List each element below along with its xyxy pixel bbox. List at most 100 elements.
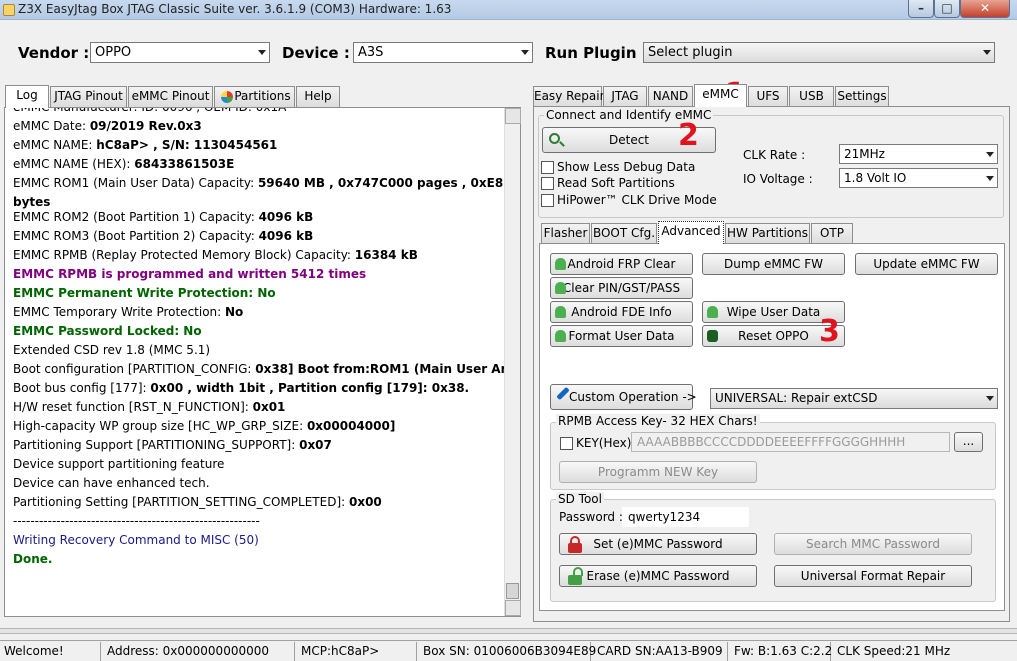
log-line-value: No bbox=[225, 305, 244, 319]
log-line-key: EMMC Permanent Write Protection: No bbox=[13, 286, 276, 300]
log-line: EMMC Permanent Write Protection: No bbox=[13, 286, 276, 301]
log-line: Writing Recovery Command to MISC (50) bbox=[13, 533, 259, 548]
tab-hw-partitions[interactable]: HW Partitions bbox=[725, 223, 810, 244]
search-mmc-password-button[interactable]: Search MMC Password bbox=[774, 533, 972, 555]
reset-oppo-label: Reset OPPO bbox=[738, 329, 809, 343]
tab-flasher[interactable]: Flasher bbox=[541, 223, 590, 244]
wrench-icon bbox=[556, 386, 570, 401]
tab-advanced[interactable]: Advanced bbox=[658, 221, 724, 244]
status-clk-speed: CLK Speed:21 MHz bbox=[837, 644, 951, 658]
log-line-key: eMMC NAME (HEX): bbox=[13, 157, 135, 171]
log-line: eMMC Manufacturer: ID: 0096 , OEM ID: 0x… bbox=[13, 108, 286, 115]
log-line-key: EMMC RPMB (Replay Protected Memory Block… bbox=[13, 248, 355, 262]
universal-format-repair-button[interactable]: Universal Format Repair bbox=[774, 565, 972, 587]
status-card-sn: CARD SN:AA13-B909 bbox=[593, 642, 728, 661]
log-line: EMMC ROM2 (Boot Partition 1) Capacity: 4… bbox=[13, 210, 313, 225]
search-icon-handle bbox=[559, 141, 565, 147]
tab-settings[interactable]: Settings bbox=[835, 86, 889, 107]
tab-emmc-pinout[interactable]: eMMC Pinout bbox=[128, 86, 213, 107]
tab-help[interactable]: Help bbox=[296, 86, 340, 107]
log-line: Boot bus config [177]: 0x00 , width 1bit… bbox=[13, 381, 469, 396]
set-emmc-password-button[interactable]: Set (e)MMC Password bbox=[559, 533, 757, 555]
vendor-select[interactable]: OPPO bbox=[90, 42, 270, 63]
sd-tool-title: SD Tool bbox=[556, 492, 604, 506]
clk-rate-value: 21MHz bbox=[844, 147, 885, 161]
scroll-up-button[interactable] bbox=[505, 108, 521, 124]
android-icon bbox=[555, 330, 566, 342]
tab-partitions-label: Partitions bbox=[234, 89, 291, 103]
tab-easy-repair[interactable]: Easy Repair bbox=[533, 86, 605, 107]
tab-jtag-pinout[interactable]: JTAG Pinout bbox=[50, 86, 127, 107]
format-user-data-button[interactable]: Format User Data bbox=[550, 325, 693, 347]
maximize-button[interactable]: □ bbox=[934, 0, 960, 18]
erase-emmc-password-label: Erase (e)MMC Password bbox=[586, 569, 730, 583]
io-voltage-select[interactable]: 1.8 Volt IO bbox=[839, 168, 998, 188]
tab-nand[interactable]: NAND bbox=[648, 86, 693, 107]
log-line-key: ----------------------------------------… bbox=[13, 514, 260, 528]
tab-emmc[interactable]: eMMC bbox=[694, 84, 747, 107]
log-line-value: 09/2019 Rev.0x3 bbox=[89, 119, 202, 133]
key-hex-input[interactable]: AAAABBBBCCCCDDDDEEEEFFFFGGGGHHHH bbox=[631, 432, 950, 452]
clear-pin-label: Clear PIN/GST/PASS bbox=[562, 281, 681, 295]
log-line: EMMC RPMB is programmed and written 5412… bbox=[13, 267, 366, 282]
log-line: bytes bbox=[13, 195, 50, 210]
browse-button[interactable]: ... bbox=[954, 432, 983, 452]
status-fw: Fw: B:1.63 C:2.2 bbox=[730, 642, 832, 661]
chevron-down-icon bbox=[986, 396, 994, 401]
log-line-key: High-capacity WP group size [HC_WP_GRP_S… bbox=[13, 419, 307, 433]
log-line: eMMC NAME (HEX): 68433861503E bbox=[13, 157, 234, 172]
password-input[interactable]: qwerty1234 bbox=[622, 507, 749, 527]
key-hex-checkbox[interactable] bbox=[560, 437, 573, 450]
clear-pin-button[interactable]: Clear PIN/GST/PASS bbox=[550, 277, 693, 299]
dump-emmc-fw-button[interactable]: Dump eMMC FW bbox=[702, 253, 845, 275]
tab-ufs[interactable]: UFS bbox=[748, 86, 788, 107]
log-line-value: 59640 MB , 0x747C000 pages , 0xE8F800000 bbox=[257, 176, 520, 190]
tab-partitions[interactable]: Partitions bbox=[214, 86, 295, 107]
android-frp-clear-button[interactable]: Android FRP Clear bbox=[550, 253, 693, 275]
log-line-key: eMMC NAME: bbox=[13, 138, 97, 152]
log-line-key: Done. bbox=[13, 552, 53, 566]
read-soft-partitions-checkbox[interactable] bbox=[541, 177, 554, 190]
lock-open-icon bbox=[568, 567, 583, 585]
log-line-key: H/W reset function [RST_N_FUNCTION]: bbox=[13, 400, 253, 414]
custom-operation-label: Custom Operation -> bbox=[569, 390, 697, 404]
log-line-value: 16384 kB bbox=[354, 248, 418, 262]
tab-usb[interactable]: USB bbox=[789, 86, 834, 107]
annotation-3: 3 bbox=[819, 314, 840, 349]
device-value: A3S bbox=[358, 45, 384, 60]
close-button[interactable]: ✕ bbox=[960, 0, 1010, 18]
show-less-debug-checkbox[interactable] bbox=[541, 161, 554, 174]
status-bar: Welcome! Address: 0x000000000000 MCP:hC8… bbox=[0, 640, 1017, 661]
annotation-2: 2 bbox=[678, 118, 699, 153]
device-select[interactable]: A3S bbox=[353, 42, 533, 63]
erase-emmc-password-button[interactable]: Erase (e)MMC Password bbox=[559, 565, 757, 587]
log-line-key: EMMC ROM1 (Main User Data) Capacity: bbox=[13, 176, 258, 190]
log-line-key: EMMC ROM2 (Boot Partition 1) Capacity: bbox=[13, 210, 259, 224]
log-scrollbar[interactable] bbox=[504, 108, 521, 616]
log-panel[interactable]: eMMC Manufacturer: ID: 0096 , OEM ID: 0x… bbox=[4, 107, 521, 617]
wipe-user-data-label: Wipe User Data bbox=[726, 305, 821, 319]
custom-operation-select[interactable]: UNIVERSAL: Repair extCSD bbox=[710, 388, 998, 409]
scroll-thumb[interactable] bbox=[506, 583, 519, 599]
custom-operation-button[interactable]: Custom Operation -> bbox=[550, 384, 697, 410]
scroll-down-button[interactable] bbox=[505, 600, 521, 616]
plugin-select[interactable]: Select plugin bbox=[643, 42, 995, 63]
tab-log[interactable]: Log bbox=[5, 85, 49, 108]
tab-boot-cfg[interactable]: BOOT Cfg. bbox=[591, 223, 657, 244]
clk-rate-select[interactable]: 21MHz bbox=[839, 144, 998, 164]
android-fde-info-button[interactable]: Android FDE Info bbox=[550, 301, 693, 323]
io-voltage-label: IO Voltage : bbox=[743, 172, 813, 186]
hipower-clk-checkbox[interactable] bbox=[541, 194, 554, 207]
log-line-key: Writing Recovery Command to MISC (50) bbox=[13, 533, 259, 547]
log-line: eMMC NAME: hC8aP> , S/N: 1130454561 bbox=[13, 138, 277, 153]
update-emmc-fw-button[interactable]: Update eMMC FW bbox=[855, 253, 998, 275]
log-line-key: EMMC RPMB is programmed and written 5412… bbox=[13, 267, 367, 281]
tab-otp[interactable]: OTP bbox=[811, 223, 853, 244]
minimize-button[interactable]: – bbox=[908, 0, 934, 18]
program-new-key-button[interactable]: Programm NEW Key bbox=[559, 461, 757, 483]
log-line-value: 0x01 bbox=[252, 400, 286, 414]
log-line-key: EMMC ROM3 (Boot Partition 2) Capacity: bbox=[13, 229, 259, 243]
tab-jtag[interactable]: JTAG bbox=[603, 86, 647, 107]
rpmb-title: RPMB Access Key- 32 HEX Chars! bbox=[556, 414, 760, 428]
password-label: Password : bbox=[559, 510, 623, 524]
